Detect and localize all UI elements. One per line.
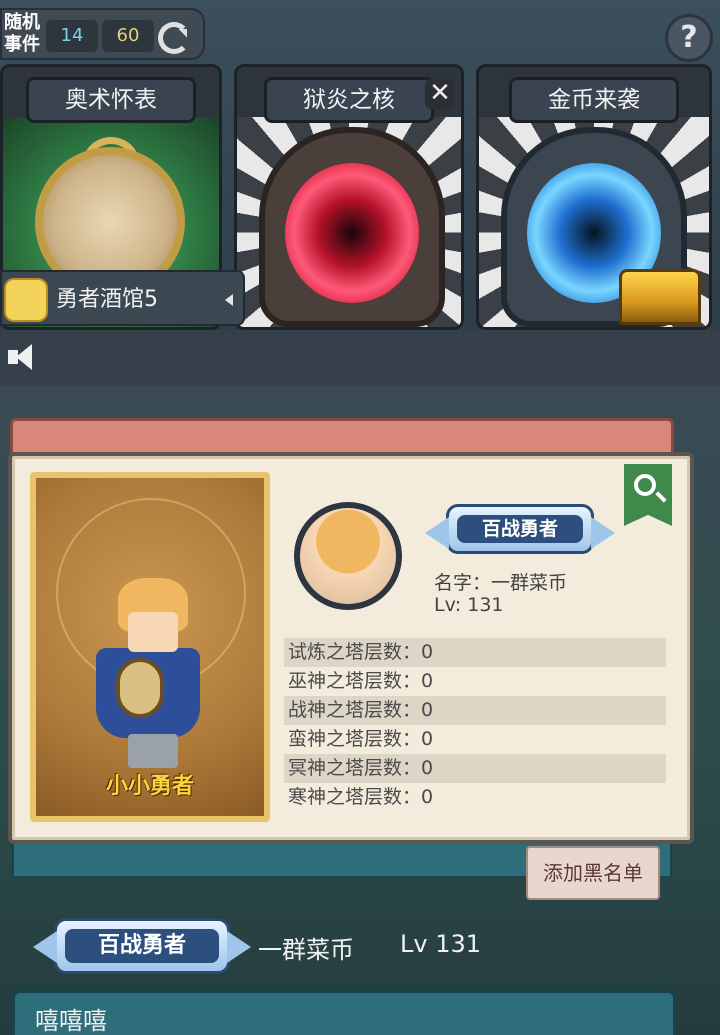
tower-stat-row: 寒神之塔层数：0 bbox=[288, 786, 434, 808]
search-icon bbox=[634, 474, 656, 496]
hero-face bbox=[128, 612, 178, 652]
event-count-current: 14 bbox=[46, 20, 98, 52]
tavern-label: 勇者酒馆5 bbox=[56, 287, 158, 312]
player-name: 名字：一群菜币 bbox=[434, 572, 568, 594]
card-title: 狱炎之核 bbox=[264, 77, 434, 123]
event-card-hellfire-core[interactable]: 狱炎之核 ✕ bbox=[234, 64, 464, 330]
speaker-icon[interactable] bbox=[8, 342, 44, 372]
chat-message-bubble: 嘻嘻嘻 bbox=[12, 990, 676, 1035]
close-icon[interactable]: ✕ bbox=[425, 79, 455, 109]
avatar bbox=[294, 502, 402, 610]
event-count-max: 60 bbox=[102, 20, 154, 52]
refresh-icon[interactable] bbox=[158, 22, 190, 54]
tower-stats-list: 试炼之塔层数：0 巫神之塔层数：0 战神之塔层数：0 蛮神之塔层数：0 冥神之塔… bbox=[284, 638, 666, 812]
tower-stat-row: 冥神之塔层数：0 bbox=[284, 754, 666, 783]
hero-portrait: 小小勇者 bbox=[30, 472, 270, 822]
player-profile-popup: 小小勇者 百战勇者 名字：一群菜币 Lv: 131 试炼之塔层数：0 巫神之塔层… bbox=[8, 452, 694, 844]
treasure-chest-icon bbox=[619, 269, 701, 325]
hero-sprite-icon bbox=[88, 578, 208, 768]
tower-stat-row: 蛮神之塔层数：0 bbox=[288, 728, 434, 750]
tower-stat-row: 试炼之塔层数：0 bbox=[284, 638, 666, 667]
chat-sender-row[interactable]: 百战勇者 一群菜币 Lv 131 bbox=[0, 900, 720, 990]
top-bar: 随机事件 14 60 ? bbox=[0, 0, 720, 62]
random-event-counter: 随机事件 14 60 bbox=[0, 8, 205, 60]
help-icon[interactable]: ? bbox=[665, 14, 713, 62]
add-to-blacklist-button[interactable]: 添加黑名单 bbox=[526, 846, 660, 900]
sender-level: Lv 131 bbox=[400, 930, 482, 958]
chevron-left-icon[interactable] bbox=[225, 294, 233, 306]
event-card-gold-rush[interactable]: 金币来袭 bbox=[476, 64, 712, 330]
red-portal-icon bbox=[285, 163, 419, 303]
title-badge-label: 百战勇者 bbox=[65, 929, 219, 963]
users-icon bbox=[4, 278, 48, 322]
title-badge: 百战勇者 bbox=[33, 918, 251, 974]
inspect-button[interactable] bbox=[624, 464, 672, 526]
card-title: 金币来袭 bbox=[509, 77, 679, 123]
random-event-label: 随机事件 bbox=[4, 12, 40, 55]
card-title: 奥术怀表 bbox=[26, 77, 196, 123]
shield-icon bbox=[116, 658, 164, 718]
sender-name: 一群菜币 bbox=[258, 936, 354, 964]
hero-tavern-bar[interactable]: 勇者酒馆5 bbox=[0, 270, 245, 326]
hero-legs bbox=[128, 734, 178, 768]
hero-class-name: 小小勇者 bbox=[105, 774, 194, 799]
player-level: Lv: 131 bbox=[434, 594, 504, 616]
chat-message-text: 嘻嘻嘻 bbox=[35, 1007, 107, 1035]
tower-stat-row: 战神之塔层数：0 bbox=[284, 696, 666, 725]
announcement-bar bbox=[0, 330, 720, 386]
title-badge-label: 百战勇者 bbox=[457, 515, 583, 543]
title-badge: 百战勇者 bbox=[425, 504, 615, 554]
tower-stat-row: 巫神之塔层数：0 bbox=[288, 670, 434, 692]
